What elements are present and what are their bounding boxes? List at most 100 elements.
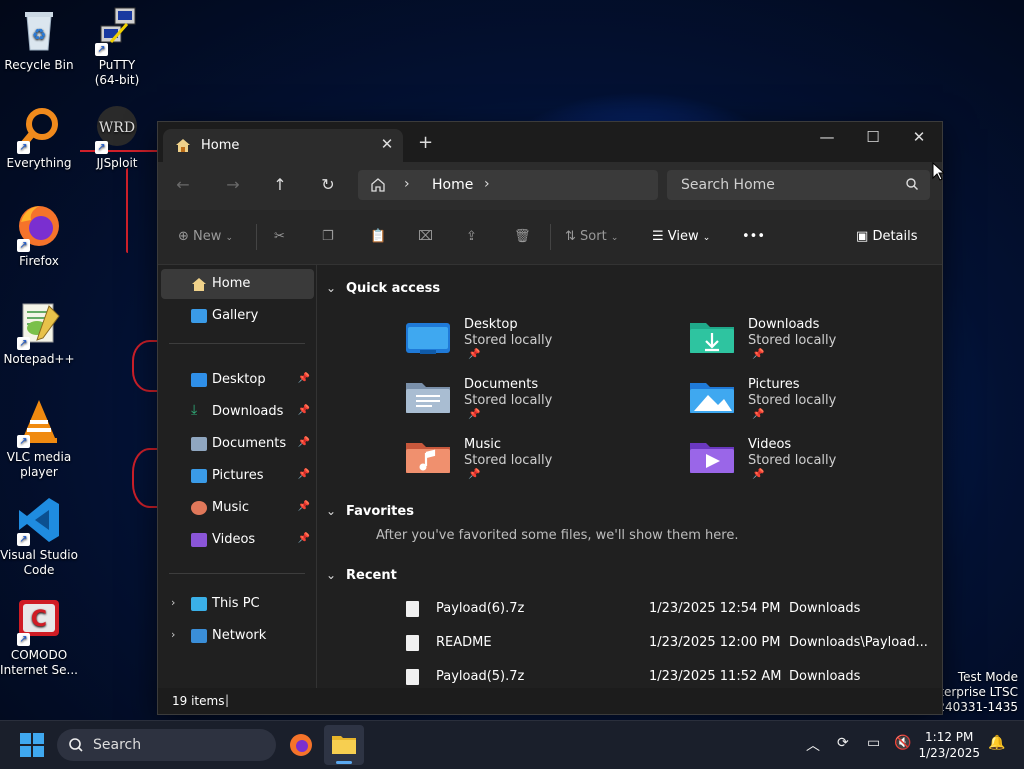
minimize-button[interactable]: —: [804, 122, 850, 152]
recent-file-row[interactable]: README 1/23/2025 12:00 PM Downloads\Payl…: [406, 633, 936, 655]
share-button[interactable]: ⇪: [466, 227, 477, 247]
shortcut-arrow-icon: ↗: [17, 533, 30, 546]
firefox-taskbar-icon[interactable]: [289, 733, 313, 757]
desktop-icon: [191, 373, 207, 387]
quick-access-item[interactable]: Music Stored locally 📌: [406, 437, 666, 493]
desktop-icon-vlc[interactable]: ↗ VLC media player: [0, 398, 78, 480]
status-separator: |: [225, 693, 230, 707]
desktop-icon-comodo[interactable]: C ↗ COMODO Internet Se...: [0, 596, 78, 678]
cut-button[interactable]: ✂: [274, 227, 285, 247]
close-window-button[interactable]: ✕: [896, 122, 942, 152]
desktop-icon-jjsploit[interactable]: WRD ↗ JJSploit: [78, 104, 156, 171]
clock-date: 1/23/2025: [918, 746, 980, 760]
view-button[interactable]: ☰ View ⌄: [652, 227, 710, 247]
jjsploit-icon: WRD ↗: [93, 104, 141, 154]
file-name: Payload(5).7z: [436, 669, 525, 684]
vlc-icon: ↗: [15, 398, 63, 448]
quick-access-item[interactable]: Documents Stored locally 📌: [406, 377, 666, 433]
desktop-icon-putty[interactable]: ↗ PuTTY (64-bit): [78, 6, 156, 88]
up-button[interactable]: ↑: [269, 174, 291, 196]
search-box[interactable]: Search Home: [667, 170, 930, 200]
desktop-icon-everything[interactable]: ↗ Everything: [0, 104, 78, 171]
chevron-down-icon: ⌄: [225, 233, 234, 243]
more-options-button[interactable]: •••: [742, 227, 765, 247]
system-clock[interactable]: 1:12 PM 1/23/2025: [918, 729, 980, 761]
windows-start-icon[interactable]: [20, 733, 44, 757]
quick-access-item[interactable]: Pictures Stored locally 📌: [690, 377, 950, 433]
refresh-button[interactable]: ↻: [317, 174, 339, 196]
sync-icon[interactable]: ⟳: [837, 735, 849, 751]
sidebar-item-videos[interactable]: Videos 📌: [161, 525, 314, 555]
close-tab-icon[interactable]: ✕: [377, 134, 397, 154]
section-favorites[interactable]: ⌄ Favorites: [326, 504, 414, 519]
recent-file-row[interactable]: Payload(6).7z 1/23/2025 12:54 PM Downloa…: [406, 599, 936, 621]
title-bar[interactable]: Home ✕ + — ☐ ✕: [158, 122, 942, 162]
videos-icon: [191, 533, 207, 547]
expand-chevron-icon[interactable]: ›: [171, 628, 175, 641]
pin-icon[interactable]: 📌: [298, 373, 310, 384]
details-pane-button[interactable]: ▣ Details: [856, 227, 918, 247]
back-button[interactable]: ←: [172, 174, 194, 196]
pin-icon[interactable]: 📌: [298, 501, 310, 512]
sidebar-item-music[interactable]: Music 📌: [161, 493, 314, 523]
plus-circle-icon: ⊕: [178, 229, 189, 244]
desktop-icon-notepadpp[interactable]: ↗ Notepad++: [0, 300, 78, 367]
sidebar-item-documents[interactable]: Documents 📌: [161, 429, 314, 459]
paste-button[interactable]: 📋: [370, 227, 386, 247]
quick-access-item[interactable]: Downloads Stored locally 📌: [690, 317, 950, 373]
breadcrumb-home[interactable]: Home: [432, 177, 473, 193]
sidebar-item-desktop[interactable]: Desktop 📌: [161, 365, 314, 395]
sidebar-item-this-pc[interactable]: › This PC: [161, 589, 314, 619]
section-recent[interactable]: ⌄ Recent: [326, 568, 397, 583]
details-pane-icon: ▣: [856, 229, 869, 244]
sidebar-item-pictures[interactable]: Pictures 📌: [161, 461, 314, 491]
delete-button[interactable]: 🗑: [514, 227, 531, 247]
desktop-icon-vscode[interactable]: ↗ Visual Studio Code: [0, 496, 78, 578]
details-label: Details: [872, 229, 918, 244]
section-quick-access[interactable]: ⌄ Quick access: [326, 281, 440, 296]
collapse-chevron-icon[interactable]: ⌄: [326, 281, 336, 295]
quick-access-item[interactable]: Videos Stored locally 📌: [690, 437, 950, 493]
speaker-muted-icon[interactable]: 🔇: [894, 735, 911, 751]
collapse-chevron-icon[interactable]: ⌄: [326, 568, 336, 582]
pin-icon[interactable]: 📌: [298, 533, 310, 544]
copy-button[interactable]: ❐: [322, 227, 334, 247]
address-bar[interactable]: › Home ›: [358, 170, 658, 200]
display-icon[interactable]: ▭: [867, 735, 880, 751]
desktop-icon-recycle-bin[interactable]: ♻ Recycle Bin: [0, 6, 78, 73]
desktop-icon-firefox[interactable]: ↗ Firefox: [0, 202, 78, 269]
sort-label: Sort: [580, 229, 607, 244]
recent-file-row[interactable]: Payload(5).7z 1/23/2025 11:52 AM Downloa…: [406, 667, 936, 689]
breadcrumb-chevron-icon[interactable]: ›: [484, 176, 490, 192]
new-tab-button[interactable]: +: [418, 134, 433, 152]
file-date: 1/23/2025 12:00 PM: [649, 635, 781, 650]
sidebar-item-network[interactable]: › Network: [161, 621, 314, 651]
pin-icon[interactable]: 📌: [298, 405, 310, 416]
new-button[interactable]: ⊕ New ⌄: [178, 227, 233, 247]
divider: [550, 224, 551, 250]
rename-button[interactable]: ⌧: [418, 227, 433, 247]
sidebar-item-label: Gallery: [212, 308, 259, 323]
collapse-chevron-icon[interactable]: ⌄: [326, 504, 336, 518]
file-explorer-taskbar-button[interactable]: [324, 725, 364, 765]
quick-access-item[interactable]: Desktop Stored locally 📌: [406, 317, 666, 373]
sort-button[interactable]: ⇅ Sort ⌄: [565, 227, 618, 247]
forward-button[interactable]: →: [222, 174, 244, 196]
maximize-button[interactable]: ☐: [850, 122, 896, 152]
notification-bell-icon[interactable]: 🔔: [988, 735, 1005, 751]
folder-icon: [332, 736, 356, 754]
pin-icon[interactable]: 📌: [298, 437, 310, 448]
show-hidden-icons-chevron-icon[interactable]: ︿: [806, 735, 820, 755]
sidebar-item-gallery[interactable]: Gallery: [161, 301, 314, 331]
sidebar-item-downloads[interactable]: ⤓ Downloads 📌: [161, 397, 314, 427]
shortcut-arrow-icon: ↗: [17, 337, 30, 350]
sidebar-item-home[interactable]: Home: [161, 269, 314, 299]
music-folder-icon: [406, 443, 450, 473]
taskbar-search[interactable]: Search: [57, 729, 276, 761]
pin-icon: 📌: [752, 469, 765, 480]
pin-icon[interactable]: 📌: [298, 469, 310, 480]
putty-icon: ↗: [93, 6, 141, 56]
tab-home[interactable]: Home ✕: [163, 129, 403, 162]
expand-chevron-icon[interactable]: ›: [171, 596, 175, 609]
breadcrumb-chevron-icon[interactable]: ›: [404, 176, 410, 192]
